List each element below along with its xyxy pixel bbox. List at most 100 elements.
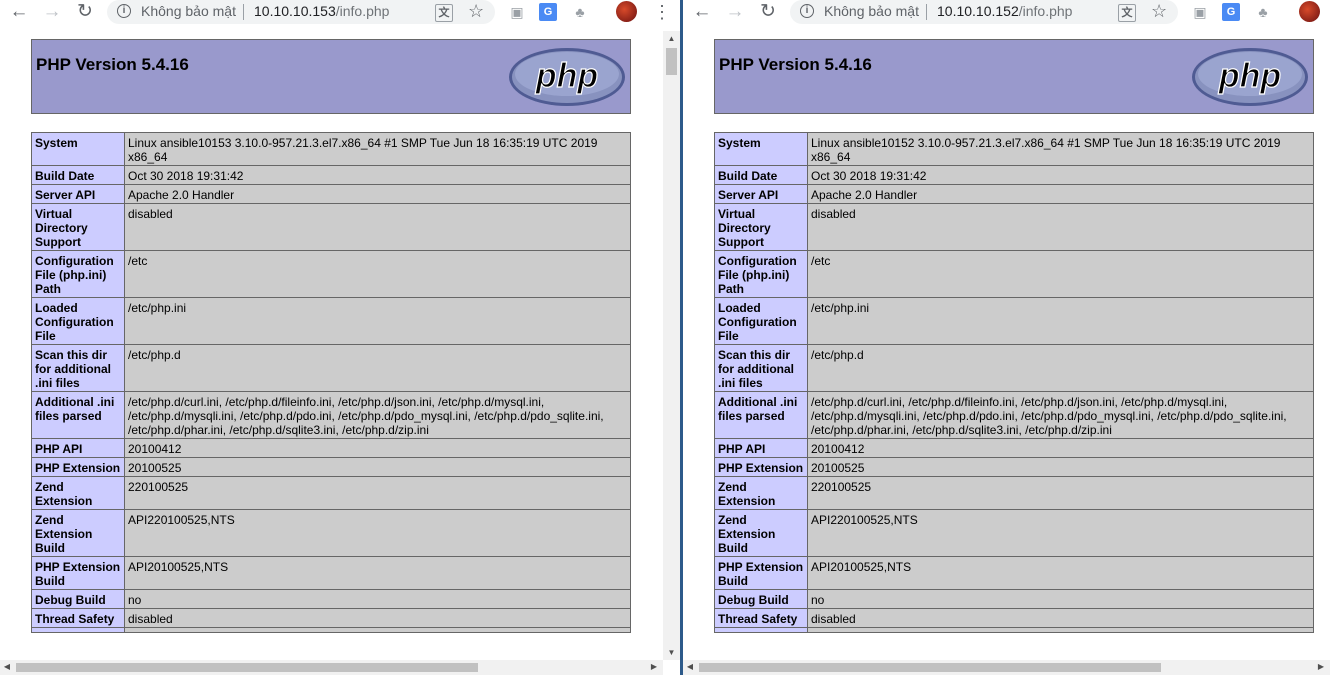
row-value bbox=[807, 627, 1314, 633]
reload-icon[interactable]: ↻ bbox=[755, 0, 781, 25]
horizontal-scrollbar[interactable]: ◀ ▶ bbox=[0, 660, 663, 675]
scroll-thumb[interactable] bbox=[16, 663, 478, 672]
scroll-right-icon[interactable]: ▶ bbox=[1316, 662, 1326, 672]
scroll-left-icon[interactable]: ◀ bbox=[2, 662, 12, 672]
row-key: PHP API bbox=[31, 438, 125, 458]
table-row: Configuration File (php.ini) Path/etc bbox=[31, 250, 631, 298]
php-logo: php bbox=[1192, 48, 1308, 106]
row-value: 20100525 bbox=[124, 457, 631, 477]
sitemap-icon[interactable]: ♣ bbox=[1254, 3, 1272, 21]
separator bbox=[243, 4, 244, 20]
info-table: System Linux ansible10153 3.10.0-957.21.3… bbox=[31, 132, 631, 633]
table-row: System Linux ansible10152 3.10.0-957.21.3… bbox=[714, 132, 1314, 166]
menu-icon[interactable]: ⋮ bbox=[653, 2, 671, 22]
row-key: Loaded Configuration File bbox=[31, 297, 125, 345]
table-row: Loaded Configuration File/etc/php.ini bbox=[31, 297, 631, 345]
table-row: Thread Safety disabled bbox=[31, 608, 631, 628]
table-row: PHP API 20100412 bbox=[31, 438, 631, 458]
table-row bbox=[714, 627, 1314, 633]
table-row: Additional .ini files parsed/etc/php.d/c… bbox=[714, 391, 1314, 439]
back-icon[interactable]: ← bbox=[689, 0, 715, 25]
table-row: Virtual Directory Support disabled bbox=[714, 203, 1314, 251]
table-row: Server API Apache 2.0 Handler bbox=[714, 184, 1314, 204]
table-row: Loaded Configuration File/etc/php.ini bbox=[714, 297, 1314, 345]
camera-icon[interactable]: ▣ bbox=[1191, 3, 1209, 21]
star-icon[interactable]: ☆ bbox=[1151, 1, 1167, 22]
browser-window-left: ← → ↻ i Không bảo mật 10.10.10.153/info.… bbox=[0, 0, 680, 675]
table-row: Additional .ini files parsed/etc/php.d/c… bbox=[31, 391, 631, 439]
row-key: Virtual Directory Support bbox=[714, 203, 808, 251]
row-value: Oct 30 2018 19:31:42 bbox=[807, 165, 1314, 185]
camera-icon[interactable]: ▣ bbox=[508, 3, 526, 21]
url-text[interactable]: 10.10.10.153/info.php bbox=[254, 3, 389, 19]
table-row: PHP Extension Build API20100525,NTS bbox=[31, 556, 631, 590]
table-row: Zend Extension Build API220100525,NTS bbox=[31, 509, 631, 557]
row-key: Zend Extension Build bbox=[714, 509, 808, 557]
row-key: Server API bbox=[31, 184, 125, 204]
row-value bbox=[124, 627, 631, 633]
table-row: Debug Build no bbox=[31, 589, 631, 609]
google-translate-icon[interactable]: G bbox=[539, 3, 557, 21]
security-label[interactable]: Không bảo mật bbox=[824, 3, 919, 19]
info-icon[interactable]: i bbox=[117, 4, 131, 18]
row-key: Zend Extension bbox=[714, 476, 808, 510]
address-bar[interactable]: i Không bảo mật 10.10.10.152/info.php 文 … bbox=[790, 0, 1178, 24]
row-value: /etc bbox=[124, 250, 631, 298]
row-value: API20100525,NTS bbox=[807, 556, 1314, 590]
row-value: API220100525,NTS bbox=[124, 509, 631, 557]
forward-icon[interactable]: → bbox=[722, 0, 748, 25]
row-key: PHP Extension bbox=[714, 457, 808, 477]
back-icon[interactable]: ← bbox=[6, 0, 32, 25]
row-key: Server API bbox=[714, 184, 808, 204]
scroll-left-icon[interactable]: ◀ bbox=[685, 662, 695, 672]
row-value: /etc/php.d/curl.ini, /etc/php.d/fileinfo… bbox=[807, 391, 1314, 439]
scroll-right-icon[interactable]: ▶ bbox=[649, 662, 659, 672]
row-key bbox=[31, 627, 125, 633]
address-bar[interactable]: i Không bảo mật 10.10.10.153/info.php 文 … bbox=[107, 0, 495, 24]
table-row: PHP Extension 20100525 bbox=[714, 457, 1314, 477]
url-text[interactable]: 10.10.10.152/info.php bbox=[937, 3, 1072, 19]
reload-icon[interactable]: ↻ bbox=[72, 0, 98, 25]
logo-text: php bbox=[1218, 57, 1281, 95]
row-key: Debug Build bbox=[31, 589, 125, 609]
browser-toolbar: ← → ↻ i Không bảo mật 10.10.10.153/info.… bbox=[0, 0, 680, 25]
table-row: Scan this dir for additional .ini files /… bbox=[31, 344, 631, 392]
row-value: 220100525 bbox=[807, 476, 1314, 510]
table-row: Scan this dir for additional .ini files /… bbox=[714, 344, 1314, 392]
row-key: Thread Safety bbox=[31, 608, 125, 628]
scroll-down-icon[interactable]: ▼ bbox=[666, 648, 677, 658]
table-row: Zend Extension 220100525 bbox=[31, 476, 631, 510]
scroll-thumb[interactable] bbox=[666, 48, 677, 75]
info-icon[interactable]: i bbox=[800, 4, 814, 18]
row-key: PHP Extension bbox=[31, 457, 125, 477]
table-row: Build Date Oct 30 2018 19:31:42 bbox=[31, 165, 631, 185]
google-translate-icon[interactable]: G bbox=[1222, 3, 1240, 21]
table-row: PHP API 20100412 bbox=[714, 438, 1314, 458]
info-table: System Linux ansible10152 3.10.0-957.21.3… bbox=[714, 132, 1314, 633]
row-value: Linux ansible10153 3.10.0-957.21.3.el7.x… bbox=[124, 132, 631, 166]
row-value: 220100525 bbox=[124, 476, 631, 510]
avatar[interactable] bbox=[616, 1, 637, 22]
scroll-thumb[interactable] bbox=[699, 663, 1161, 672]
row-key: Build Date bbox=[31, 165, 125, 185]
security-label[interactable]: Không bảo mật bbox=[141, 3, 236, 19]
row-key: Additional .ini files parsed bbox=[714, 391, 808, 439]
forward-icon[interactable]: → bbox=[39, 0, 65, 25]
translate-icon[interactable]: 文 bbox=[435, 4, 453, 22]
row-value: /etc/php.d bbox=[124, 344, 631, 392]
table-row: Build Date Oct 30 2018 19:31:42 bbox=[714, 165, 1314, 185]
url-path: /info.php bbox=[1018, 3, 1073, 19]
row-value: /etc/php.d bbox=[807, 344, 1314, 392]
row-key: Configuration File (php.ini) Path bbox=[714, 250, 808, 298]
translate-icon[interactable]: 文 bbox=[1118, 4, 1136, 22]
scroll-up-icon[interactable]: ▲ bbox=[666, 34, 677, 44]
horizontal-scrollbar[interactable]: ◀ ▶ bbox=[683, 660, 1330, 675]
sitemap-icon[interactable]: ♣ bbox=[571, 3, 589, 21]
table-row: Debug Build no bbox=[714, 589, 1314, 609]
row-value: 20100412 bbox=[124, 438, 631, 458]
star-icon[interactable]: ☆ bbox=[468, 1, 484, 22]
row-key: System bbox=[31, 132, 125, 166]
table-row bbox=[31, 627, 631, 633]
avatar[interactable] bbox=[1299, 1, 1320, 22]
vertical-scrollbar[interactable]: ▲ ▼ bbox=[663, 31, 680, 660]
